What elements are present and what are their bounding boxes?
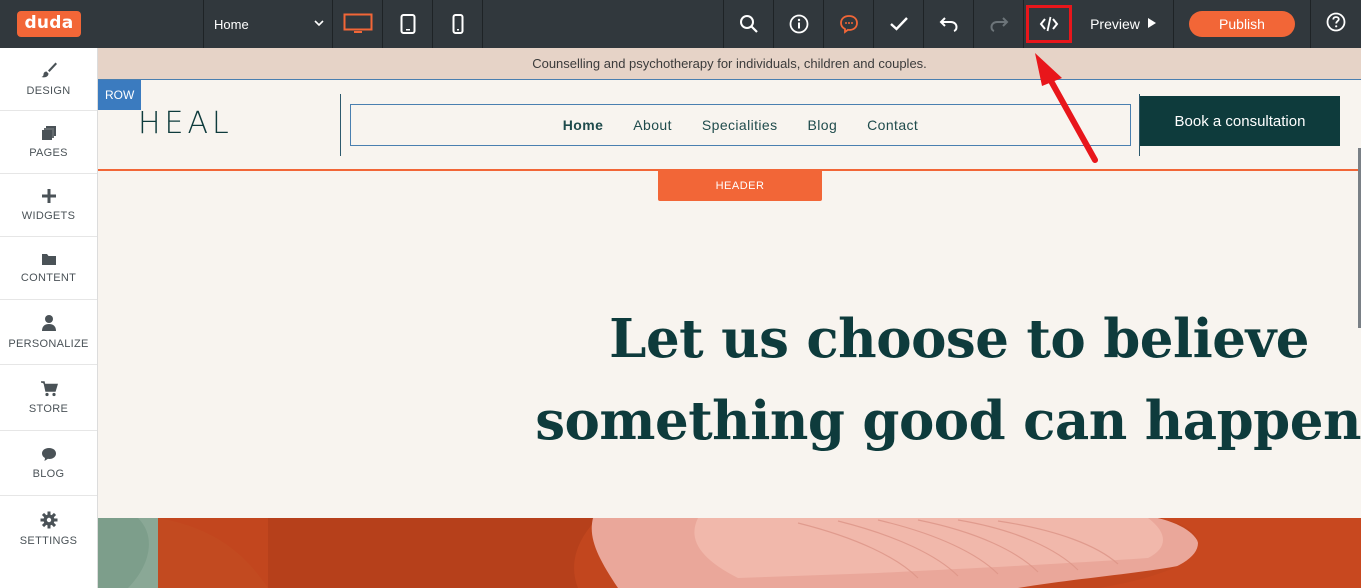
annotation-arrow bbox=[1035, 53, 1098, 163]
